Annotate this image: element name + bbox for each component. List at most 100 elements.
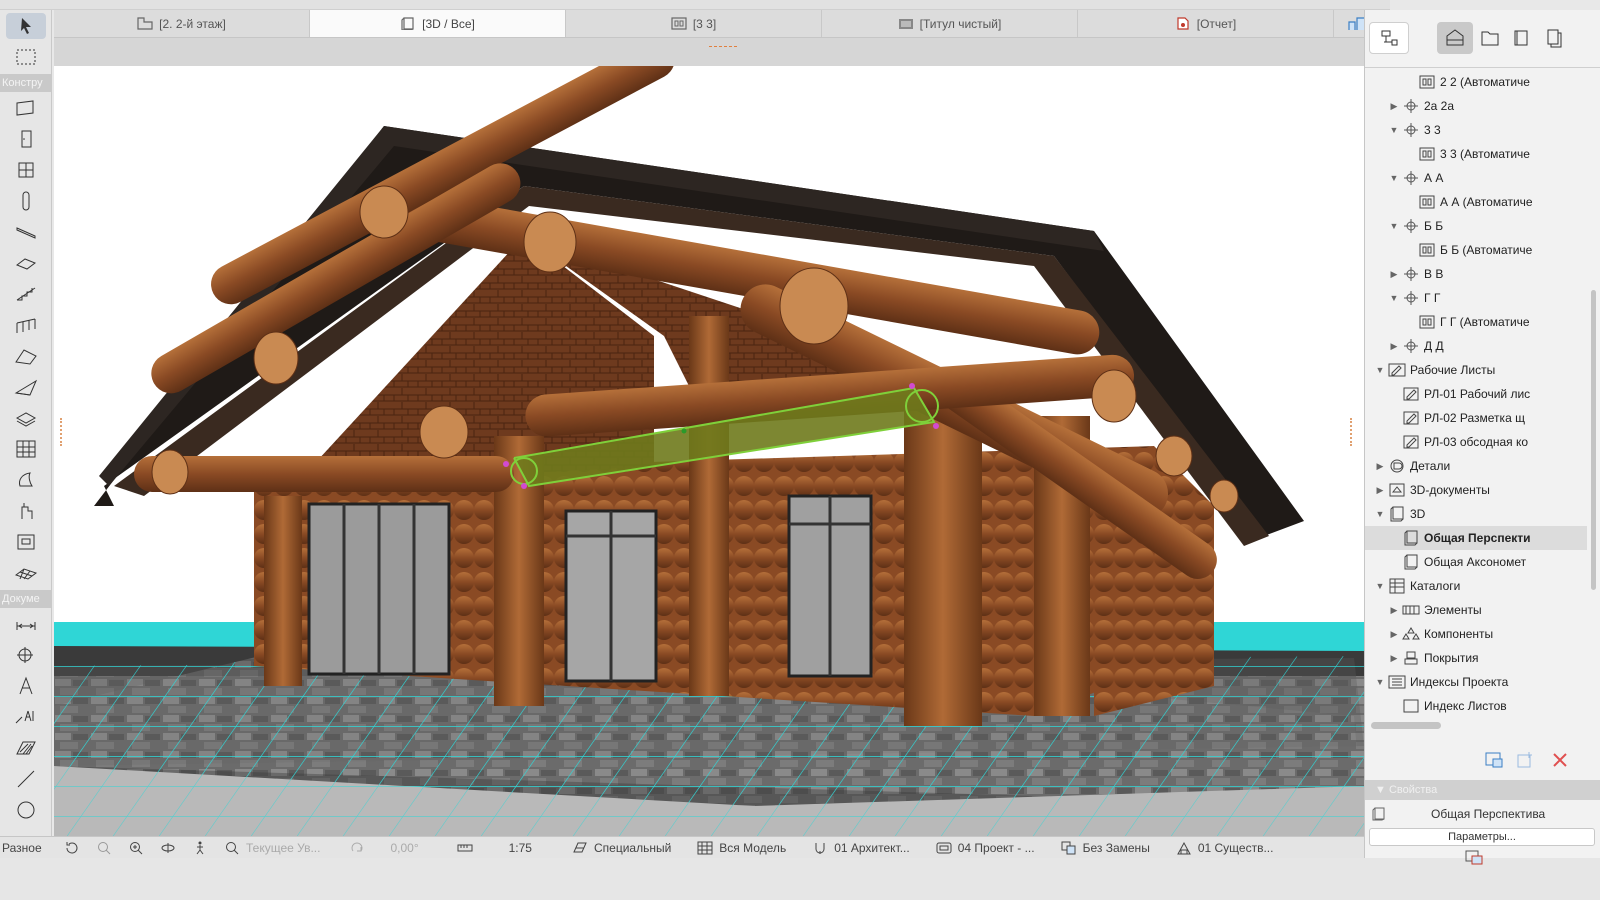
tree-item[interactable]: ▼ Б Б: [1365, 214, 1587, 238]
tree-item[interactable]: Б Б (Автоматиче: [1365, 238, 1587, 262]
level-dimension-tool[interactable]: [0, 639, 52, 670]
tab-layout[interactable]: [Титул чистый]: [822, 10, 1078, 37]
tree-item[interactable]: Индекс Листов: [1365, 694, 1587, 718]
current-zoom-dropdown[interactable]: Текущее Ув...: [216, 841, 328, 855]
undo-button[interactable]: [56, 841, 88, 855]
tree-item[interactable]: ▶ Детали: [1365, 454, 1587, 478]
zoom-out-button[interactable]: [88, 841, 120, 855]
tree-item[interactable]: ▶ 2а 2а: [1365, 94, 1587, 118]
tree-item[interactable]: Общая Перспекти: [1365, 526, 1587, 550]
mesh-tool[interactable]: [0, 557, 52, 588]
expand-right-icon[interactable]: ▶: [1389, 101, 1399, 111]
expand-right-icon[interactable]: ▶: [1375, 485, 1385, 495]
3d-viewport[interactable]: [54, 66, 1364, 836]
new-view-icon[interactable]: [1515, 750, 1537, 770]
zoom-in-button[interactable]: [120, 841, 152, 855]
project-map-button[interactable]: [1437, 22, 1473, 54]
tree-item[interactable]: РЛ-03 обсодная ко: [1365, 430, 1587, 454]
tree-item[interactable]: ▼ 3 3: [1365, 118, 1587, 142]
organizer-icon[interactable]: [1464, 848, 1484, 866]
expand-down-icon[interactable]: ▼: [1375, 365, 1385, 375]
railing-tool[interactable]: [0, 309, 52, 340]
tree-item[interactable]: ▼ 3D: [1365, 502, 1587, 526]
expand-down-icon[interactable]: ▼: [1375, 581, 1385, 591]
tree-item[interactable]: ▼ Рабочие Листы: [1365, 358, 1587, 382]
right-resize-handle[interactable]: [1350, 418, 1356, 446]
column-tool[interactable]: [0, 185, 52, 216]
orbit-button[interactable]: [152, 841, 184, 855]
graphic-override-dropdown[interactable]: Без Замены: [1053, 841, 1158, 855]
tree-item[interactable]: ▶ 3D-документы: [1365, 478, 1587, 502]
walk-button[interactable]: [184, 841, 216, 855]
expand-down-icon[interactable]: ▼: [1389, 125, 1399, 135]
tree-item[interactable]: ▼ А А: [1365, 166, 1587, 190]
toolbox-section-design[interactable]: Констру: [0, 74, 51, 92]
navigator-popup-button[interactable]: [1369, 22, 1409, 54]
tab-floor-plan[interactable]: [2. 2-й этаж]: [54, 10, 310, 37]
tree-item[interactable]: ▶ Покрытия: [1365, 646, 1587, 670]
tab-section[interactable]: [3 3]: [566, 10, 822, 37]
tree-item[interactable]: ▼ Индексы Проекта: [1365, 670, 1587, 694]
door-tool[interactable]: [0, 123, 52, 154]
morph-tool[interactable]: [0, 464, 52, 495]
stair-tool[interactable]: [0, 278, 52, 309]
delete-icon[interactable]: [1549, 750, 1571, 770]
text-tool[interactable]: [0, 670, 52, 701]
model-view-dropdown[interactable]: Вся Модель: [689, 841, 794, 855]
arrow-tool[interactable]: [0, 10, 52, 41]
expand-right-icon[interactable]: ▶: [1389, 653, 1399, 663]
open-view-icon[interactable]: [1483, 750, 1505, 770]
tree-item[interactable]: ▶ В В: [1365, 262, 1587, 286]
slab-tool[interactable]: [0, 247, 52, 278]
tree-item[interactable]: РЛ-02 Разметка щ: [1365, 406, 1587, 430]
expand-right-icon[interactable]: ▶: [1375, 461, 1385, 471]
publisher-sets-button[interactable]: [1539, 22, 1569, 54]
tree-item[interactable]: ▶ Д Д: [1365, 334, 1587, 358]
line-tool[interactable]: [0, 763, 52, 794]
expand-down-icon[interactable]: ▼: [1375, 509, 1385, 519]
tree-horizontal-scrollbar[interactable]: [1371, 722, 1441, 729]
expand-right-icon[interactable]: ▶: [1389, 605, 1399, 615]
wall-tool[interactable]: [0, 92, 52, 123]
roof-tool[interactable]: [0, 340, 52, 371]
tree-item[interactable]: Общая Аксономет: [1365, 550, 1587, 574]
parameters-button[interactable]: Параметры...: [1369, 828, 1595, 846]
tree-item[interactable]: РЛ-01 Рабочий лис: [1365, 382, 1587, 406]
left-resize-handle[interactable]: [60, 418, 66, 446]
window-tool[interactable]: [0, 154, 52, 185]
expand-down-icon[interactable]: ▼: [1375, 677, 1385, 687]
beam-tool[interactable]: [0, 216, 52, 247]
tree-item[interactable]: Г Г (Автоматиче: [1365, 310, 1587, 334]
expand-down-icon[interactable]: ▼: [1389, 221, 1399, 231]
expand-right-icon[interactable]: ▶: [1389, 629, 1399, 639]
curtain-wall-tool[interactable]: [0, 433, 52, 464]
tree-vertical-scrollbar[interactable]: [1591, 290, 1596, 590]
zone-tool[interactable]: [0, 526, 52, 557]
log-house-3d-model[interactable]: [54, 66, 1364, 836]
view-map-button[interactable]: [1475, 22, 1505, 54]
expand-right-icon[interactable]: ▶: [1389, 269, 1399, 279]
circle-tool[interactable]: [0, 794, 52, 825]
expand-down-icon[interactable]: ▼: [1389, 293, 1399, 303]
tab-report[interactable]: [Отчет]: [1078, 10, 1334, 37]
fill-tool[interactable]: [0, 732, 52, 763]
layout-book-button[interactable]: [1507, 22, 1537, 54]
tree-item[interactable]: А А (Автоматиче: [1365, 190, 1587, 214]
renovation-filter-dropdown[interactable]: 01 Существ...: [1168, 841, 1282, 855]
expand-right-icon[interactable]: ▶: [1389, 341, 1399, 351]
shell-tool[interactable]: [0, 371, 52, 402]
tree-item[interactable]: ▼ Каталоги: [1365, 574, 1587, 598]
rotation-field[interactable]: 0,00°: [342, 841, 426, 855]
tree-item[interactable]: ▼ Г Г: [1365, 286, 1587, 310]
tree-item[interactable]: ▶ Элементы: [1365, 598, 1587, 622]
tab-3d[interactable]: [3D / Все]: [310, 10, 566, 37]
tree-item[interactable]: 2 2 (Автоматиче: [1365, 70, 1587, 94]
dimension-tool[interactable]: [0, 608, 52, 639]
scale-dropdown[interactable]: 1:75: [449, 841, 540, 855]
label-tool[interactable]: [0, 701, 52, 732]
marquee-tool[interactable]: [0, 41, 52, 72]
properties-header[interactable]: ▼ Свойства: [1365, 780, 1600, 800]
object-tool[interactable]: [0, 495, 52, 526]
layer-combination-dropdown[interactable]: 01 Архитект...: [804, 841, 918, 855]
expand-down-icon[interactable]: ▼: [1389, 173, 1399, 183]
